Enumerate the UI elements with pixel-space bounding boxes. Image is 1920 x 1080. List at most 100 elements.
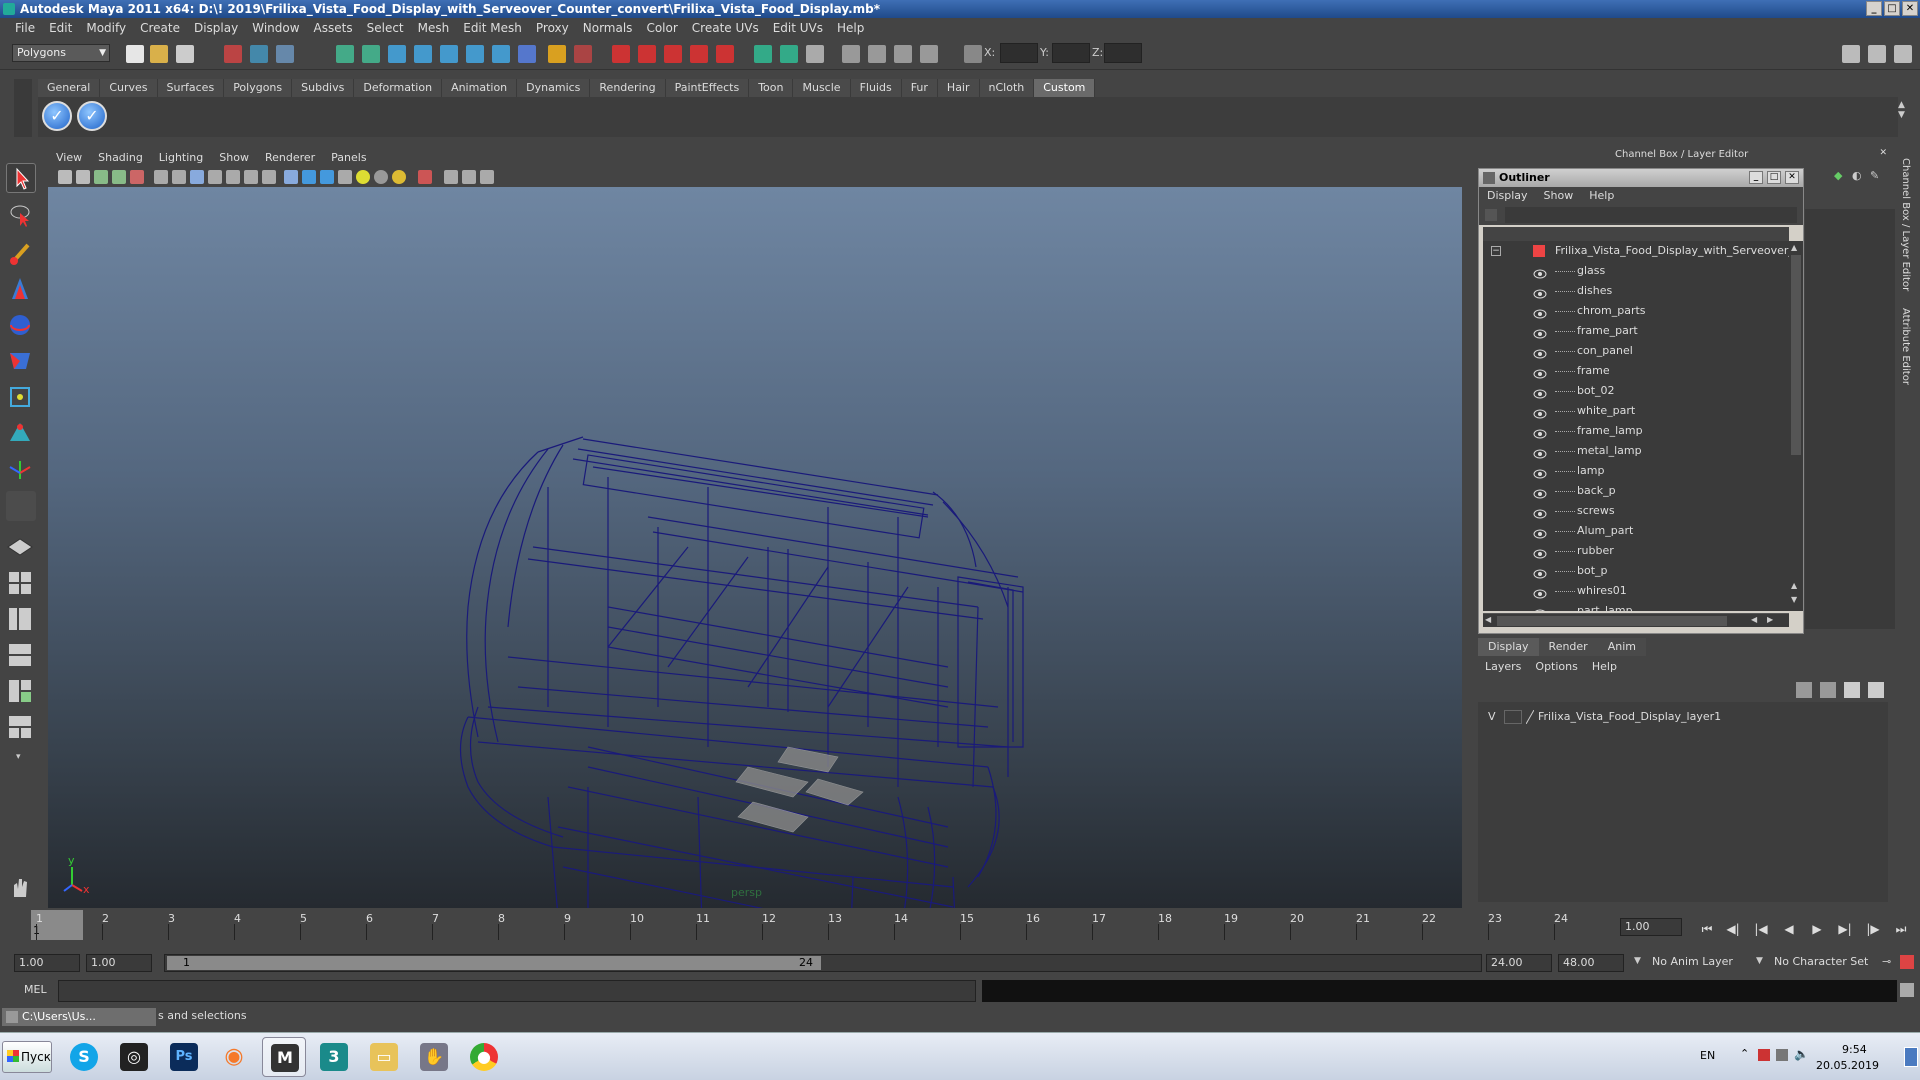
layer-display-type-toggle[interactable]	[1504, 710, 1522, 724]
shelf-tab-surfaces[interactable]: Surfaces	[157, 79, 225, 97]
toggle-tool-settings-icon[interactable]	[1868, 45, 1886, 63]
shelf-tab-general[interactable]: General	[38, 79, 101, 97]
shelf-tab-painteffects[interactable]: PaintEffects	[665, 79, 750, 97]
menu-file[interactable]: File	[8, 18, 42, 38]
rotate-tool-icon[interactable]	[6, 311, 36, 341]
snap-to-grid-icon[interactable]	[612, 45, 630, 63]
range-slider-handle[interactable]: 1 24	[167, 956, 821, 970]
viewport-menu-shading[interactable]: Shading	[90, 149, 151, 167]
volume-icon[interactable]: 🔈	[1794, 1047, 1809, 1061]
action-center-icon[interactable]	[1758, 1049, 1770, 1061]
shelf-tab-animation[interactable]: Animation	[442, 79, 518, 97]
shadows-icon[interactable]	[392, 170, 406, 184]
playback-end-field[interactable]: 24.00	[1486, 954, 1552, 972]
xray-components-icon[interactable]	[480, 170, 494, 184]
resolution-gate-icon[interactable]	[190, 170, 204, 184]
select-by-render-icon[interactable]	[492, 45, 510, 63]
layer-menu-layers[interactable]: Layers	[1478, 657, 1528, 677]
menu-edit-mesh[interactable]: Edit Mesh	[456, 18, 529, 38]
menu-edit-uvs[interactable]: Edit UVs	[766, 18, 830, 38]
auto-key-icon[interactable]: ⊸	[1882, 955, 1891, 968]
menu-color[interactable]: Color	[639, 18, 684, 38]
ipr-render-icon[interactable]	[894, 45, 912, 63]
select-by-surface-icon[interactable]	[414, 45, 432, 63]
toggle-channel-box-icon[interactable]	[1894, 45, 1912, 63]
menu-normals[interactable]: Normals	[576, 18, 640, 38]
outliner-minimize-button[interactable]: _	[1749, 171, 1763, 184]
select-hierarchy-icon[interactable]	[224, 45, 242, 63]
safe-action-icon[interactable]	[244, 170, 258, 184]
side-tab-attribute-editor[interactable]: Attribute Editor	[1900, 308, 1911, 385]
arrow-down-icon[interactable]: ▼	[1791, 595, 1797, 604]
menu-assets[interactable]: Assets	[307, 18, 360, 38]
outliner-menu-display[interactable]: Display	[1479, 187, 1536, 205]
snap-to-point-icon[interactable]	[664, 45, 682, 63]
construction-history-icon[interactable]	[806, 45, 824, 63]
menu-proxy[interactable]: Proxy	[529, 18, 576, 38]
channel-box-toggle-icon[interactable]: ◆	[1834, 169, 1842, 182]
x-field[interactable]	[1000, 43, 1038, 63]
layout-three-pane-icon[interactable]	[6, 713, 36, 743]
show-hidden-icons[interactable]: ⌃	[1740, 1047, 1749, 1060]
maximize-button[interactable]: □	[1884, 1, 1900, 16]
play-forwards-icon[interactable]: ▶	[1810, 922, 1824, 936]
lasso-tool-icon[interactable]	[6, 201, 36, 231]
scroll-thumb[interactable]	[1791, 255, 1801, 455]
character-set-dropdown[interactable]: No Character Set	[1770, 954, 1878, 972]
shelf-tab-curves[interactable]: Curves	[100, 79, 158, 97]
minimized-window[interactable]: C:\Users\Us...	[2, 1008, 156, 1026]
shelf-tab-polygons[interactable]: Polygons	[224, 79, 293, 97]
wireframe-icon[interactable]	[284, 170, 298, 184]
scale-tool-icon[interactable]	[6, 347, 36, 377]
scroll-thumb[interactable]	[1497, 616, 1727, 626]
taskbar-blender[interactable]: ◉	[212, 1037, 256, 1077]
outliner-item[interactable]: Alum_part	[1483, 521, 1789, 541]
playback-start-field[interactable]: 1.00	[86, 954, 152, 972]
viewport-menu-view[interactable]: View	[48, 149, 90, 167]
shelf-tab-hair[interactable]: Hair	[937, 79, 980, 97]
select-by-joint-icon[interactable]	[362, 45, 380, 63]
show-desktop-button[interactable]	[1904, 1047, 1918, 1067]
xray-joints-icon[interactable]	[462, 170, 476, 184]
outliner-item[interactable]: rubber	[1483, 541, 1789, 561]
clock-time[interactable]: 9:54	[1842, 1043, 1867, 1056]
highlight-selection-icon[interactable]	[574, 45, 592, 63]
arrow-right-icon[interactable]: ▶	[1767, 615, 1773, 624]
viewport-menu-lighting[interactable]: Lighting	[151, 149, 211, 167]
lock-selection-icon[interactable]	[548, 45, 566, 63]
gate-mask-icon[interactable]	[208, 170, 222, 184]
taskbar-skype[interactable]: S	[62, 1037, 106, 1077]
outliner-item[interactable]: frame_lamp	[1483, 421, 1789, 441]
shelf-tab-dynamics[interactable]: Dynamics	[517, 79, 591, 97]
chevron-down-icon[interactable]: ▼	[1634, 956, 1641, 966]
go-to-end-icon[interactable]: ⏭	[1894, 922, 1908, 936]
taskbar-chrome[interactable]: ●	[462, 1037, 506, 1077]
shelf-tab-ncloth[interactable]: nCloth	[979, 79, 1035, 97]
shelf-tab-toon[interactable]: Toon	[749, 79, 794, 97]
paint-select-tool-icon[interactable]	[6, 239, 36, 269]
network-icon[interactable]	[1776, 1049, 1788, 1061]
menu-create[interactable]: Create	[133, 18, 187, 38]
outliner-item[interactable]: chrom_parts	[1483, 301, 1789, 321]
layer-menu-options[interactable]: Options	[1528, 657, 1584, 677]
close-icon[interactable]: ✕	[1879, 148, 1887, 158]
outliner-search-input[interactable]	[1505, 207, 1797, 223]
layer-tab-render[interactable]: Render	[1538, 638, 1598, 656]
menu-create-uvs[interactable]: Create UVs	[685, 18, 766, 38]
select-tool-icon[interactable]	[6, 163, 36, 193]
menu-display[interactable]: Display	[187, 18, 245, 38]
current-frame-field[interactable]: 1.00	[1620, 918, 1682, 936]
toolbox-expand-arrow[interactable]: ▾	[6, 749, 36, 763]
attribute-toggle-icon[interactable]: ✎	[1870, 169, 1879, 182]
move-layer-down-icon[interactable]	[1820, 682, 1836, 698]
y-field[interactable]	[1052, 43, 1090, 63]
clock-date[interactable]: 20.05.2019	[1816, 1059, 1879, 1072]
outliner-item[interactable]: white_part	[1483, 401, 1789, 421]
layer-color-swatch[interactable]	[1525, 709, 1535, 725]
wireframe-on-shaded-icon[interactable]	[320, 170, 334, 184]
select-camera-icon[interactable]	[58, 170, 72, 184]
outliner-item[interactable]: bot_p	[1483, 561, 1789, 581]
layout-graph-persp-icon[interactable]	[6, 641, 36, 671]
select-object-icon[interactable]	[250, 45, 268, 63]
camera-attributes-icon[interactable]	[76, 170, 90, 184]
